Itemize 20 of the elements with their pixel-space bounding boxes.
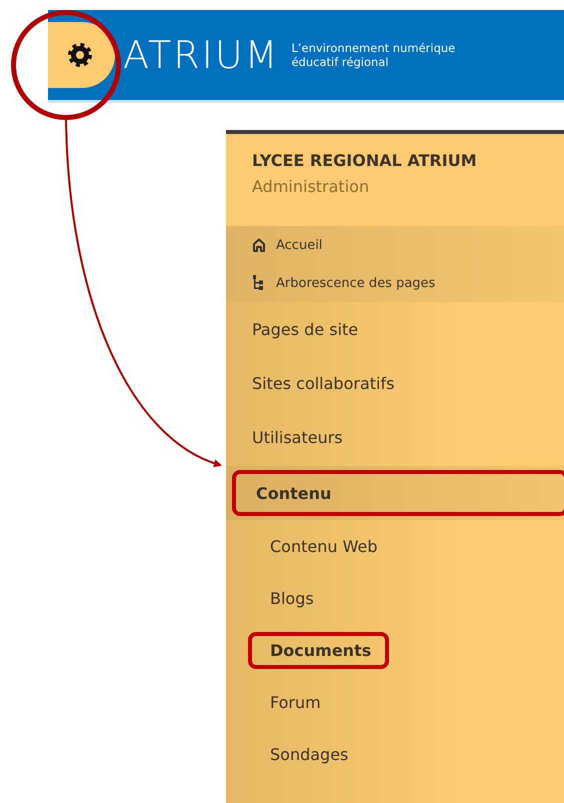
tagline: éducatif régional <box>291 55 390 69</box>
submenu-item[interactable]: Forum <box>270 692 321 712</box>
logo: ATRIUM <box>123 33 280 77</box>
site-title: LYCEE REGIONAL ATRIUM <box>252 151 478 170</box>
home-icon <box>252 238 266 252</box>
submenu-item[interactable]: Sondages <box>270 744 348 764</box>
settings-icon <box>66 42 92 68</box>
menu-item[interactable]: Contenu <box>256 484 332 502</box>
submenu-item[interactable]: Contenu Web <box>270 536 378 556</box>
quick-link[interactable]: Arborescence des pages <box>276 276 436 290</box>
settings-button[interactable] <box>48 22 115 88</box>
submenu-item[interactable]: Documents <box>270 640 372 660</box>
quick-link[interactable]: Accueil <box>276 238 322 252</box>
submenu-item[interactable]: Blogs <box>270 588 314 608</box>
tree-icon <box>252 275 266 291</box>
menu-item[interactable]: Sites collaboratifs <box>252 374 394 392</box>
menu-item[interactable]: Pages de site <box>252 320 358 338</box>
site-subtitle: Administration <box>252 177 370 196</box>
menu-item[interactable]: Utilisateurs <box>252 428 343 446</box>
tagline: L’environnement numérique <box>291 41 456 55</box>
